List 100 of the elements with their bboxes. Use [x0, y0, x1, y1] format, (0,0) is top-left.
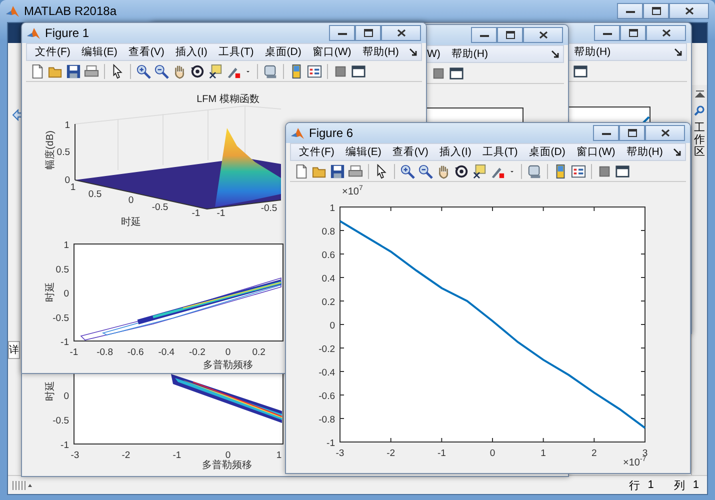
menu-item[interactable]: 窗口(W)	[576, 145, 616, 159]
axis-tick-label: -1	[216, 208, 226, 219]
print-icon[interactable]	[84, 64, 99, 78]
axis-label: 时延	[45, 381, 56, 401]
menu-item[interactable]: 桌面(D)	[528, 145, 566, 159]
window-title: MATLAB R2018a	[24, 4, 116, 18]
menu-item[interactable]: 帮助(H)	[451, 47, 488, 61]
window-icon[interactable]	[449, 66, 464, 80]
panel-tab[interactable]: 详	[8, 341, 20, 359]
menu-item[interactable]: 文件(F)	[35, 45, 70, 59]
menu-item[interactable]: 帮助(H)	[574, 45, 611, 59]
axis-tick-label: -0.5	[52, 416, 69, 426]
menu-item[interactable]: 查看(V)	[128, 45, 164, 59]
square-icon[interactable]	[333, 64, 348, 78]
minimize-icon	[338, 32, 346, 34]
minimize-button[interactable]	[329, 25, 355, 41]
menu-item[interactable]: 工具(T)	[482, 145, 518, 159]
menu-item[interactable]: 插入(I)	[175, 45, 208, 59]
maximize-button[interactable]	[620, 25, 646, 41]
collapse-icon[interactable]	[694, 89, 704, 99]
window-icon[interactable]	[573, 64, 588, 78]
hand-icon[interactable]	[172, 64, 187, 78]
data-cursor-icon[interactable]	[472, 164, 487, 178]
close-icon	[684, 7, 694, 15]
axis-tick-label: -0.4	[158, 347, 175, 358]
rotate-icon[interactable]	[190, 64, 205, 78]
axis-tick-label: -0.8	[96, 347, 113, 358]
zoom-out-icon[interactable]	[418, 164, 433, 178]
zoom-in-icon[interactable]	[136, 64, 151, 78]
menu-item[interactable]: 帮助(H)	[362, 45, 399, 59]
new-file-icon[interactable]	[30, 64, 45, 78]
menu-item[interactable]: 帮助(H)	[626, 145, 663, 159]
minimize-button[interactable]	[593, 125, 619, 141]
axis-tick-label: 0.4	[322, 274, 335, 284]
close-button[interactable]	[645, 125, 685, 141]
close-button[interactable]	[646, 25, 686, 41]
status-value: 1	[692, 479, 699, 491]
axis-tick-label: -1	[172, 450, 182, 461]
menu-item[interactable]: 插入(I)	[439, 145, 472, 159]
window-icon[interactable]	[615, 164, 630, 178]
maximize-button[interactable]	[355, 25, 381, 41]
search-icon[interactable]	[694, 105, 705, 116]
minimize-button[interactable]	[594, 25, 620, 41]
link-icon[interactable]	[263, 64, 278, 78]
axis-tick-label: 1	[64, 120, 70, 131]
menu-item[interactable]: 文件(F)	[299, 145, 334, 159]
menu-item[interactable]: 编辑(E)	[81, 45, 118, 59]
menu-item[interactable]: 窗口(W)	[312, 45, 352, 59]
window-icon[interactable]	[351, 64, 366, 78]
axis-tick-label: 0.5	[88, 189, 102, 200]
axis-tick-label: 0	[225, 450, 231, 461]
minimize-icon	[602, 32, 612, 34]
minimize-icon	[480, 34, 488, 36]
axis-tick-label: -1	[192, 208, 200, 219]
maximize-button[interactable]	[643, 3, 669, 19]
print-icon[interactable]	[348, 164, 363, 178]
close-button[interactable]	[381, 25, 421, 41]
axis-tick-label: -1	[60, 337, 69, 348]
dock-arrow-icon[interactable]	[673, 148, 681, 156]
dock-arrow-icon[interactable]	[409, 48, 417, 56]
close-button[interactable]	[669, 3, 709, 19]
axis-tick-label: -3	[70, 450, 80, 461]
legend-icon[interactable]	[571, 164, 586, 178]
axis-tick-label: -0.4	[318, 368, 335, 378]
rotate-icon[interactable]	[454, 164, 469, 178]
axis-tick-label: -1	[70, 347, 78, 358]
menu-item[interactable]: 桌面(D)	[264, 45, 302, 59]
legend-icon[interactable]	[307, 64, 322, 78]
square-icon[interactable]	[431, 66, 446, 80]
axis-tick-label: -0.6	[127, 347, 144, 358]
maximize-icon	[364, 29, 372, 37]
link-icon[interactable]	[527, 164, 542, 178]
hand-icon[interactable]	[436, 164, 451, 178]
minimize-icon	[602, 132, 610, 134]
square-icon[interactable]	[597, 164, 612, 178]
close-button[interactable]	[523, 27, 563, 43]
axis-tick-label: -0.5	[152, 202, 168, 213]
axis-label: 时延	[121, 217, 141, 228]
maximize-button[interactable]	[619, 125, 645, 141]
axis-label: 多普勒频移	[203, 360, 253, 371]
menu-item[interactable]: 工具(T)	[218, 45, 254, 59]
status-value: 1	[648, 479, 654, 491]
save-icon[interactable]	[330, 164, 345, 178]
minimize-button[interactable]	[471, 27, 497, 43]
save-icon[interactable]	[66, 64, 81, 78]
menu-item[interactable]: 编辑(E)	[345, 145, 382, 159]
matlab-logo-icon	[6, 4, 19, 18]
zoom-out-icon[interactable]	[154, 64, 169, 78]
axis-tick-label: 0	[225, 347, 231, 358]
grip-icon[interactable]	[11, 479, 33, 491]
new-file-icon[interactable]	[294, 164, 309, 178]
maximize-button[interactable]	[497, 27, 523, 43]
minimize-button[interactable]	[617, 3, 643, 19]
zoom-in-icon[interactable]	[400, 164, 415, 178]
menu-item[interactable]: 查看(V)	[392, 145, 428, 159]
dock-arrow-icon[interactable]	[674, 48, 682, 56]
dock-arrow-icon[interactable]	[551, 50, 559, 58]
matlab-logo-icon	[27, 26, 40, 40]
data-cursor-icon[interactable]	[208, 64, 223, 78]
menu-item[interactable]: W)	[427, 48, 440, 60]
